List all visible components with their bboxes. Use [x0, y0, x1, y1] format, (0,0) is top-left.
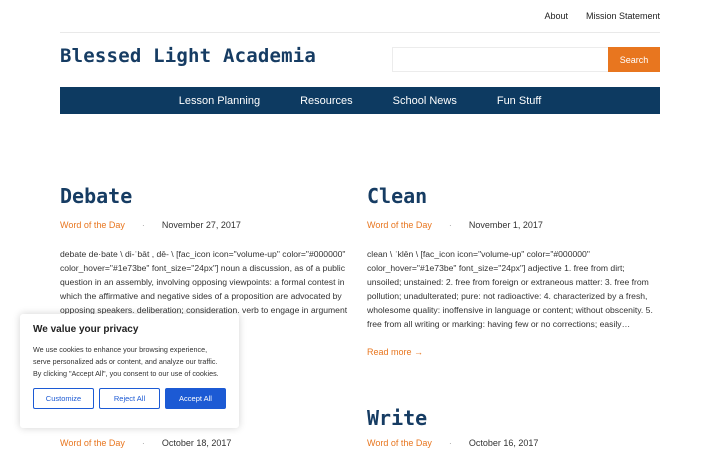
reject-all-button[interactable]: Reject All — [99, 388, 160, 409]
cookie-consent-banner: We value your privacy We use cookies to … — [20, 314, 239, 428]
nav-item-fun-stuff[interactable]: Fun Stuff — [497, 95, 541, 107]
post-meta: Word of the Day · October 16, 2017 — [367, 438, 667, 448]
post-category[interactable]: Word of the Day — [60, 220, 125, 230]
post-category[interactable]: Word of the Day — [367, 438, 432, 448]
search-button[interactable]: Search — [608, 47, 660, 72]
post-date: October 18, 2017 — [161, 438, 232, 448]
meta-separator: · — [448, 220, 452, 230]
search-input[interactable] — [392, 47, 608, 72]
post-write: Write Word of the Day · October 16, 2017 — [367, 406, 667, 448]
post-title[interactable]: Clean — [367, 184, 661, 208]
top-link-mission-statement[interactable]: Mission Statement — [586, 11, 660, 21]
read-more-link[interactable]: Read more → — [367, 347, 423, 357]
post-debate: Debate Word of the Day · November 27, 20… — [60, 184, 360, 317]
post-excerpt: clean \ ˈklēn \ [fac_icon icon="volume-u… — [367, 249, 653, 329]
top-link-about[interactable]: About — [544, 11, 568, 21]
meta-separator: · — [141, 438, 145, 448]
post-clean: Clean Word of the Day · November 1, 2017… — [367, 184, 661, 360]
meta-separator: · — [141, 220, 145, 230]
customize-button[interactable]: Customize — [33, 388, 94, 409]
nav-item-lesson-planning[interactable]: Lesson Planning — [179, 95, 260, 107]
accept-all-button[interactable]: Accept All — [165, 388, 226, 409]
post-category[interactable]: Word of the Day — [60, 438, 125, 448]
top-links: About Mission Statement — [544, 11, 660, 21]
cookie-title: We value your privacy — [33, 324, 139, 335]
post-title[interactable]: Debate — [60, 184, 360, 208]
search-form: Search — [392, 47, 660, 72]
post-date: November 27, 2017 — [161, 220, 241, 230]
post-category[interactable]: Word of the Day — [367, 220, 432, 230]
top-utility-bar: About Mission Statement — [60, 0, 660, 33]
post-meta: Word of the Day · November 1, 2017 — [367, 220, 661, 230]
meta-separator: · — [448, 438, 452, 448]
cookie-body: We use cookies to enhance your browsing … — [33, 345, 219, 378]
post-excerpt: debate de·bate \ di-ˈbāt , dē- \ [fac_ic… — [60, 249, 348, 315]
post-title[interactable]: Write — [367, 406, 667, 430]
post-meta: Word of the Day · October 18, 2017 — [60, 438, 360, 448]
nav-item-school-news[interactable]: School News — [393, 95, 457, 107]
nav-item-resources[interactable]: Resources — [300, 95, 353, 107]
post-meta: Word of the Day · November 27, 2017 — [60, 220, 360, 230]
post-date: November 1, 2017 — [468, 220, 543, 230]
site-title[interactable]: Blessed Light Academia — [60, 45, 316, 67]
main-nav: Lesson Planning Resources School News Fu… — [60, 87, 660, 114]
cookie-actions: Customize Reject All Accept All — [33, 388, 226, 409]
post-date: October 16, 2017 — [468, 438, 539, 448]
